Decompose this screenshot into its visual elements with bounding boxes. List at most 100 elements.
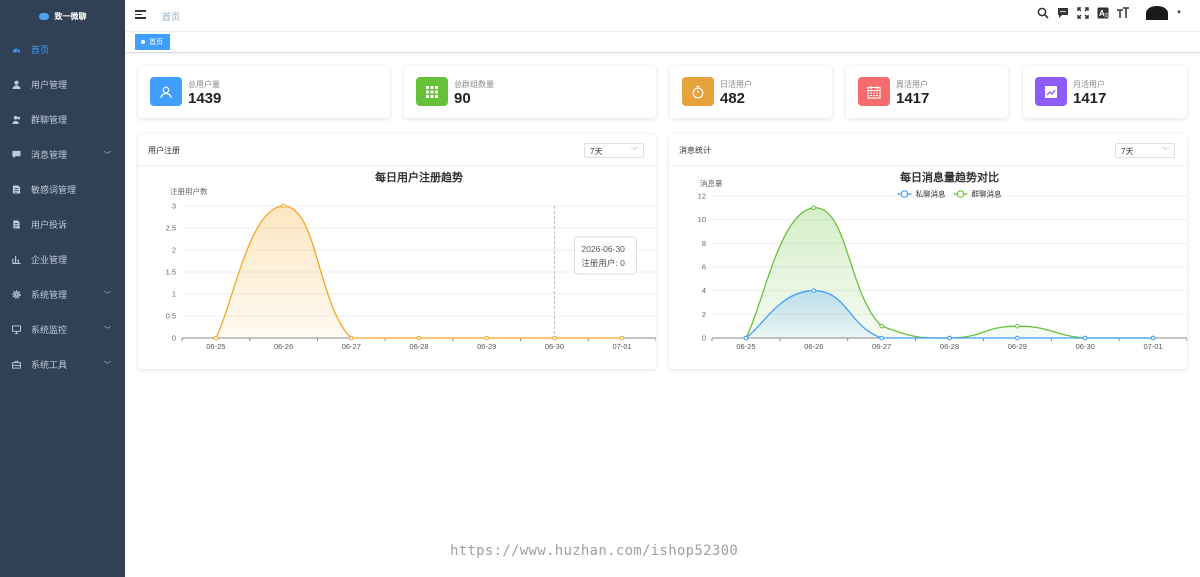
tag-home[interactable]: 首页 [135, 34, 170, 50]
chevron-down-icon: ﹀ [104, 291, 111, 299]
sidebar-item-label: 敏感词管理 [31, 185, 77, 195]
data-point [879, 335, 884, 341]
sidebar-item-4[interactable]: 敏感词管理 [0, 172, 125, 207]
tooltip-date: 2026-06-30 [581, 244, 625, 254]
sidebar-item-8[interactable]: 系统监控 ﹀ [0, 312, 125, 347]
tooltip-value: 注册用户: 0 [581, 258, 625, 268]
y-tick-label: 1.5 [166, 268, 176, 277]
sidebar-item-label: 系统工具 [31, 360, 68, 370]
stat-card: 月活用户 1417 [1023, 66, 1187, 118]
chevron-down-icon: ﹀ [104, 361, 111, 369]
x-tick-label: 06-30 [545, 342, 564, 351]
data-point [348, 335, 354, 341]
avatar[interactable] [1146, 6, 1169, 20]
grid-icon [416, 77, 448, 106]
navbar: 首页 A文 ▼ [125, 0, 1200, 32]
sidebar-item-label: 群聊管理 [31, 115, 68, 125]
y-tick-label: 8 [702, 239, 706, 248]
x-tick-label: 06-26 [274, 342, 293, 351]
breadcrumb[interactable]: 首页 [162, 10, 180, 23]
y-tick-label: 4 [702, 286, 706, 295]
sidebar-item-0[interactable]: 首页 [0, 32, 125, 67]
x-tick-label: 06-27 [342, 342, 361, 351]
logo-text: 致一微聊 [54, 11, 87, 21]
stat-label: 日活用户 [720, 80, 752, 89]
trend-icon [1035, 77, 1067, 106]
y-tick-label: 0 [702, 334, 706, 343]
sidebar-item-label: 系统监控 [31, 325, 68, 335]
hamburger-icon[interactable] [135, 10, 146, 20]
legend-marker [900, 190, 909, 198]
legend-label: 群聊消息 [972, 189, 1002, 199]
logo[interactable]: 致一微聊 [0, 0, 125, 32]
x-tick-label: 06-29 [477, 342, 496, 351]
data-point [743, 335, 749, 341]
sidebar-menu: 首页 用户管理 群聊管理 消息管理 ﹀ 敏感词管理 用户投诉 企业管理 系统管理 ﹀ 系统监控 ﹀ 系统… [0, 32, 125, 382]
register-panel: 用户注册 7天 ﹀ 每日用户注册趋势 注册用户数 0 0.5 1 1.5 2 2.5 3 06-2… [138, 134, 656, 369]
sidebar-item-label: 用户管理 [31, 80, 68, 90]
data-point [947, 335, 952, 341]
translate-icon[interactable]: A文 [1096, 6, 1110, 20]
sidebar: 致一微聊 首页 用户管理 群聊管理 消息管理 ﹀ 敏感词管理 用户投诉 企业管理 系统管理 ﹀ 系统… [0, 0, 125, 577]
stat-label: 总用户量 [188, 80, 220, 89]
user-outline-icon [150, 77, 182, 106]
data-point [552, 335, 557, 341]
sidebar-item-label: 消息管理 [31, 150, 68, 160]
data-point [416, 335, 422, 341]
legend-marker [956, 190, 965, 198]
user-icon [12, 80, 21, 89]
stat-value: 482 [720, 90, 746, 107]
toolbox-icon [12, 360, 21, 369]
search-icon[interactable] [1036, 6, 1050, 20]
sidebar-item-label: 系统管理 [31, 290, 68, 300]
y-tick-label: 0.5 [166, 312, 176, 321]
data-point [484, 335, 490, 341]
tag-label: 首页 [149, 39, 163, 46]
stat-label: 周活用户 [896, 80, 928, 89]
x-tick-label: 06-27 [872, 342, 891, 351]
stat-value: 1439 [188, 90, 222, 107]
tags-view: 首页 [125, 32, 1200, 53]
watermark: https://www.huzhan.com/ishop52300 [450, 543, 739, 559]
fullscreen-icon[interactable] [1076, 6, 1090, 20]
y-tick-label: 10 [698, 215, 706, 224]
data-point [619, 335, 625, 341]
y-axis-label: 消息量 [700, 178, 723, 188]
dashboard-icon [12, 45, 21, 54]
building-icon [12, 255, 21, 264]
data-point [281, 203, 286, 209]
group-icon [12, 115, 21, 124]
chart-title: 每日消息量趋势对比 [900, 170, 999, 184]
stat-card: 日活用户 482 [670, 66, 832, 118]
message-icon [12, 150, 21, 159]
complaint-icon [12, 220, 21, 229]
x-tick-label: 07-01 [613, 342, 632, 351]
chat-icon[interactable] [1056, 6, 1070, 20]
data-point [1150, 335, 1156, 341]
stat-value: 1417 [1073, 90, 1107, 107]
sidebar-item-7[interactable]: 系统管理 ﹀ [0, 277, 125, 312]
y-tick-label: 2.5 [166, 224, 176, 233]
sidebar-item-5[interactable]: 用户投诉 [0, 207, 125, 242]
monitor-icon [12, 325, 21, 334]
sidebar-item-9[interactable]: 系统工具 ﹀ [0, 347, 125, 382]
sidebar-item-2[interactable]: 群聊管理 [0, 102, 125, 137]
x-tick-label: 06-26 [804, 342, 823, 351]
sidebar-item-6[interactable]: 企业管理 [0, 242, 125, 277]
data-point [213, 335, 219, 341]
message-chart: 每日消息量趋势对比消息量 0 2 4 6 8 10 12 06-25 06-26 06-27 06-2… [698, 170, 1187, 351]
stat-label: 月活用户 [1073, 80, 1105, 89]
x-tick-label: 06-25 [206, 342, 225, 351]
font-size-icon[interactable] [1116, 6, 1130, 20]
stat-value: 90 [454, 90, 471, 107]
data-point [811, 288, 817, 293]
sidebar-item-1[interactable]: 用户管理 [0, 67, 125, 102]
sidebar-item-3[interactable]: 消息管理 ﹀ [0, 137, 125, 172]
chevron-down-icon: ﹀ [104, 151, 111, 159]
sidebar-item-label: 用户投诉 [31, 220, 68, 230]
stat-card: 总用户量 1439 [138, 66, 390, 118]
y-tick-label: 2 [702, 310, 706, 319]
y-tick-label: 1 [172, 290, 176, 299]
data-point [879, 323, 884, 329]
caret-down-icon[interactable]: ▼ [1176, 10, 1182, 16]
